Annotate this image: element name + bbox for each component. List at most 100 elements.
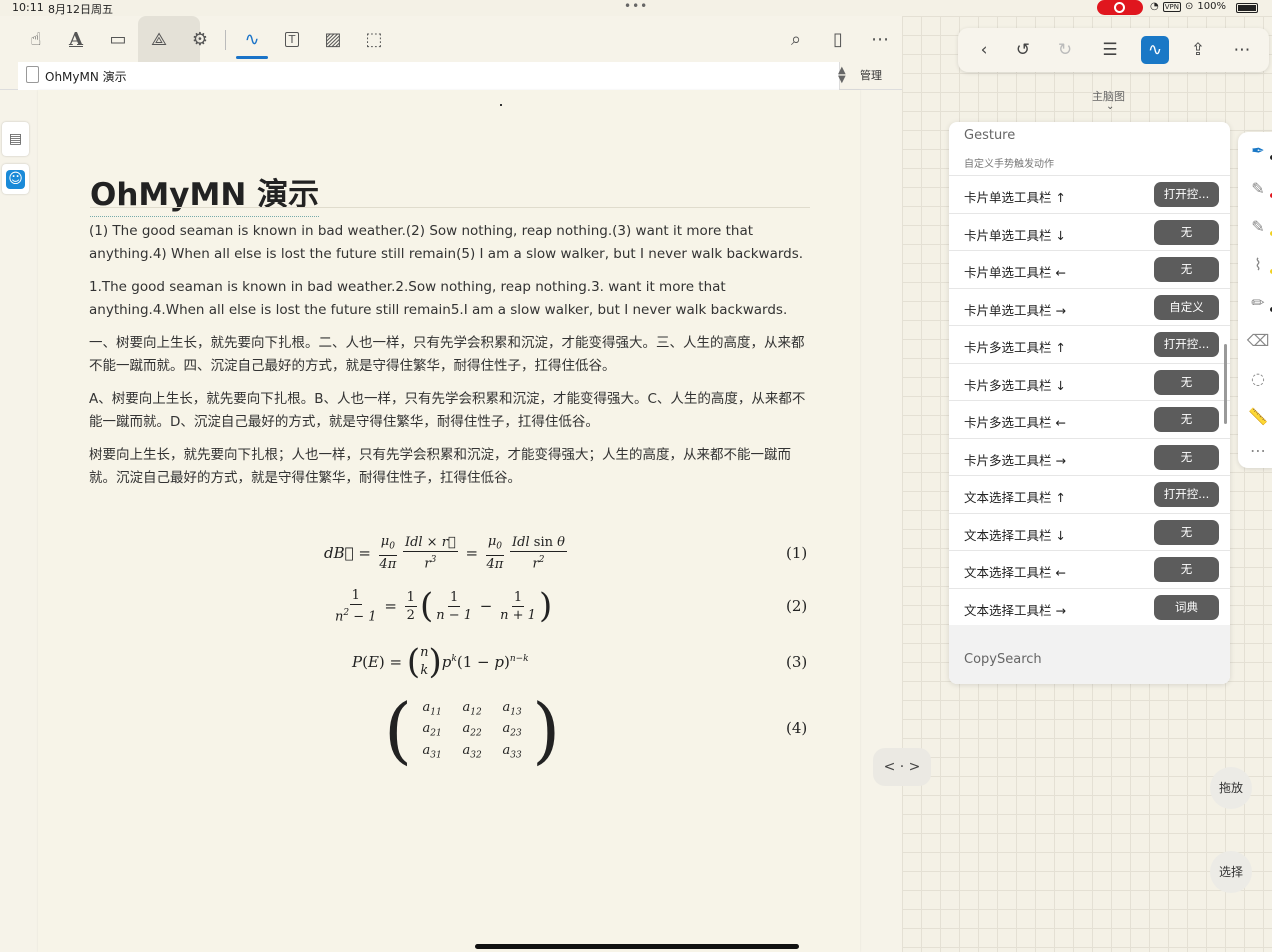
home-indicator[interactable] <box>475 944 799 949</box>
eraser-icon[interactable]: ⌫ <box>1246 328 1270 352</box>
equation-number-2: (2) <box>786 597 808 615</box>
undo-icon[interactable]: ↺ <box>1009 36 1037 64</box>
equation-1: dB⃗ = μ0 4π Idl × r⃗ r3 = μ0 4π Idl sin θ r2… <box>324 533 808 573</box>
manage-button[interactable]: 管理 <box>860 67 882 83</box>
image-icon[interactable]: ▨ <box>317 24 349 54</box>
equation-3: P(E) = ( nk ) pk(1 − p)n−k (3) <box>352 642 808 682</box>
wifi-icon: ◔ <box>1150 1 1159 12</box>
search-icon[interactable]: ⌕ <box>780 24 812 54</box>
gesture-action-button[interactable]: 无 <box>1154 444 1219 470</box>
tab-title: OhMyMN 演示 <box>45 70 127 84</box>
document-panel: ☝ A ▭ ⟁ ⚙ ∿ T ▨ ⬚ ⌕ ▯ ⋯ OhMyMN 演示 ▲ ▼ 管理 … <box>0 16 902 952</box>
pen-icon[interactable]: ✎ <box>1246 176 1272 200</box>
text-box-icon[interactable]: T <box>276 24 308 54</box>
gesture-row: 卡片多选工具栏 → 无 <box>949 437 1230 476</box>
gesture-action-button[interactable]: 无 <box>1154 407 1219 432</box>
active-tool-underline <box>236 56 268 59</box>
fountain-pen-icon[interactable]: ✒ <box>1246 138 1272 162</box>
paragraph-2: 1.The good seaman is known in bad weathe… <box>89 279 788 318</box>
gesture-action-button[interactable]: 无 <box>1154 519 1219 545</box>
screen-recording-icon[interactable] <box>1097 0 1143 15</box>
gesture-row-label: 卡片多选工具栏 ← <box>964 415 1066 430</box>
bookmark-icon[interactable]: ▯ <box>822 24 854 54</box>
status-time: 10:11 <box>12 1 44 14</box>
gesture-row: 卡片多选工具栏 ↓ 无 <box>949 362 1230 401</box>
equation-number-1: (1) <box>786 544 808 562</box>
paragraph-1: (1) The good seaman is known in bad weat… <box>89 223 804 262</box>
gesture-row-label: 文本选择工具栏 → <box>964 602 1066 618</box>
document-title: OhMyMN 演示 <box>90 169 320 217</box>
gesture-row: 卡片多选工具栏 ↑ 打开控... <box>949 325 1230 363</box>
mindmap-toolbar: ‹ ↺ ↻ ☰ ∿ ⇪ ⋯ <box>958 28 1269 72</box>
settings-scrollbar[interactable] <box>1224 344 1227 424</box>
rectangle-select-icon[interactable]: ▭ <box>102 24 134 54</box>
battery-percent: 100% <box>1197 1 1226 12</box>
gesture-row-label: 卡片单选工具栏 ↓ <box>964 227 1066 243</box>
toolbar-separator <box>225 30 226 50</box>
outline-list-icon[interactable]: ☰ <box>1096 36 1124 64</box>
gesture-row: 文本选择工具栏 ↓ 无 <box>949 512 1230 551</box>
page-marker <box>500 104 502 106</box>
status-icons: ◔ VPN ⊙ 100% <box>1150 1 1226 12</box>
ohmymn-addon-icon[interactable]: ☺ <box>2 164 29 194</box>
gesture-row-label: 文本选择工具栏 ↑ <box>964 490 1066 505</box>
more-icon[interactable]: ⋯ <box>864 24 896 54</box>
gesture-row: 文本选择工具栏 ← 无 <box>949 550 1230 588</box>
lasso-select-icon[interactable]: ⟁ <box>143 24 175 54</box>
gesture-action-button[interactable]: 无 <box>1154 219 1219 245</box>
gesture-action-button[interactable]: 打开控... <box>1154 182 1219 207</box>
document-page: OhMyMN 演示 (1) The good seaman is known i… <box>38 90 860 952</box>
document-toolbar: ☝ A ▭ ⟁ ⚙ ∿ T ▨ ⬚ ⌕ ▯ ⋯ <box>0 16 902 74</box>
more-icon[interactable]: ⋯ <box>1228 36 1256 64</box>
paragraph-5: 树要向上生长，就先要向下扎根；人也一样，只有先学会积累和沉淀，才能变得强大；人生… <box>89 447 791 486</box>
gesture-row: 卡片单选工具栏 ↑ 打开控... <box>949 175 1230 213</box>
gesture-action-button[interactable]: 无 <box>1154 557 1219 582</box>
gesture-row-label: 卡片单选工具栏 → <box>964 302 1066 318</box>
gesture-row: 文本选择工具栏 ↑ 打开控... <box>949 475 1230 513</box>
shape-gear-icon[interactable]: ⚙ <box>184 24 216 54</box>
gesture-row-label: 文本选择工具栏 ← <box>964 565 1066 580</box>
gesture-row-label: 卡片多选工具栏 ↓ <box>964 377 1066 393</box>
document-tab[interactable]: OhMyMN 演示 ▲ ▼ <box>18 62 846 90</box>
gesture-row: 卡片单选工具栏 ↓ 无 <box>949 212 1230 251</box>
pen-draw-icon[interactable]: ∿ <box>236 24 268 54</box>
status-bar: 10:11 8月12日周五 ••• ◔ VPN ⊙ 100% <box>0 0 1272 16</box>
gesture-row: 卡片单选工具栏 ← 无 <box>949 250 1230 288</box>
dotted-select-icon[interactable]: ⬚ <box>358 24 390 54</box>
back-icon[interactable]: ‹ <box>970 36 998 64</box>
text-highlight-icon[interactable]: A <box>60 24 92 54</box>
gesture-section-subtitle: 自定义手势触发动作 <box>964 159 1054 170</box>
share-icon[interactable]: ⇪ <box>1184 36 1212 64</box>
gesture-row-label: 卡片单选工具栏 ← <box>964 265 1066 280</box>
more-icon[interactable]: ⋯ <box>1246 438 1270 462</box>
gesture-action-button[interactable]: 无 <box>1154 369 1219 395</box>
drag-drop-button[interactable]: 拖放 <box>1210 767 1252 809</box>
pen-draw-icon[interactable]: ∿ <box>1141 36 1169 64</box>
title-divider <box>90 207 810 208</box>
vpn-badge: VPN <box>1162 1 1181 12</box>
ruler-icon[interactable]: 📏 <box>1246 404 1270 428</box>
equation-2: 1 n2 − 1 = 12 ( 1n − 1 − 1n + 1 ) (2) <box>335 586 808 626</box>
status-date: 8月12日周五 <box>48 3 113 16</box>
notebook-icon[interactable]: ▤ <box>2 122 29 156</box>
left-side-strip: ▤ ☺ <box>0 122 30 212</box>
pen-icon[interactable]: ✎ <box>1246 214 1272 238</box>
gesture-action-button[interactable]: 无 <box>1154 257 1219 282</box>
multitasking-dots-icon[interactable]: ••• <box>624 0 648 13</box>
redo-icon[interactable]: ↻ <box>1051 36 1079 64</box>
lasso-icon[interactable]: ◌ <box>1246 366 1270 390</box>
pencil-icon[interactable]: ✏ <box>1246 290 1272 314</box>
sort-chevrons-icon[interactable]: ▲ ▼ <box>838 66 846 85</box>
tab-bar: OhMyMN 演示 ▲ ▼ 管理 <box>0 62 902 90</box>
select-button[interactable]: 选择 <box>1210 851 1252 893</box>
gesture-action-button[interactable]: 词典 <box>1154 594 1219 620</box>
paragraph-3: 一、树要向上生长，就先要向下扎根。二、人也一样，只有先学会积累和沉淀，才能变得强… <box>89 335 805 374</box>
split-view-arrows[interactable]: < · > <box>873 748 931 786</box>
hand-pointer-icon[interactable]: ☝ <box>20 24 52 54</box>
gesture-row: 卡片多选工具栏 ← 无 <box>949 400 1230 438</box>
chevron-down-icon[interactable]: ⌄ <box>1106 101 1114 112</box>
gesture-action-button[interactable]: 打开控... <box>1154 482 1219 507</box>
gesture-action-button[interactable]: 自定义 <box>1154 294 1219 320</box>
highlighter-icon[interactable]: ⌇ <box>1246 252 1272 276</box>
gesture-action-button[interactable]: 打开控... <box>1154 332 1219 357</box>
